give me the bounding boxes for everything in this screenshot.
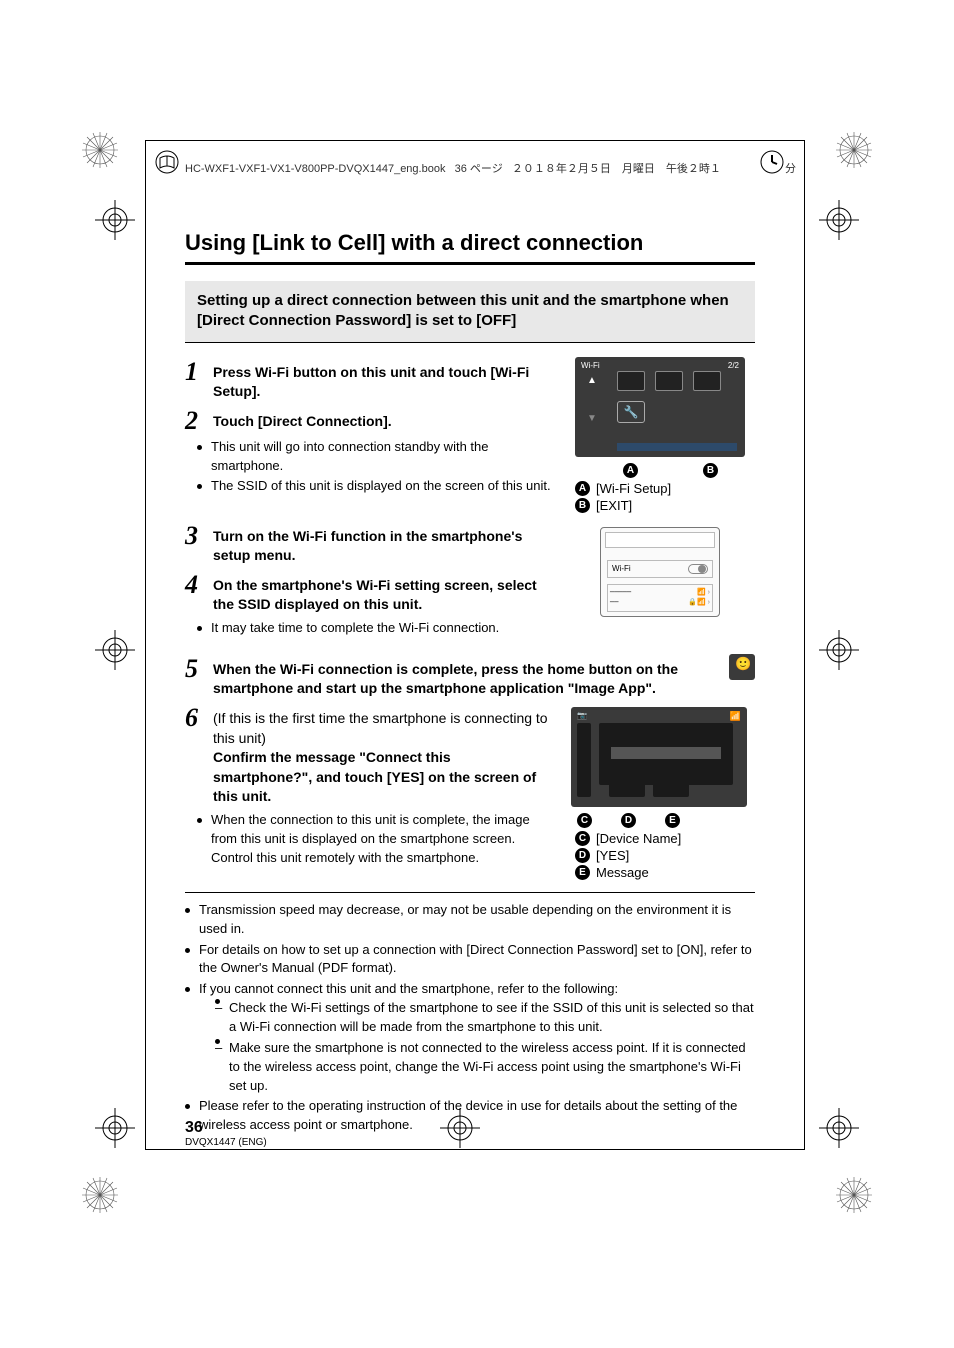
callout-a-icon: A: [623, 463, 638, 478]
label-e-text: Message: [596, 865, 649, 880]
step-6-main: Confirm the message "Connect this smartp…: [213, 749, 536, 804]
device-screen-wifi-setup: Wi-Fi 2/2 ▲ ▼ 🔧: [575, 357, 745, 457]
callout-b-icon: B: [703, 463, 718, 478]
label-d-text: [YES]: [596, 848, 629, 863]
screen-tile-icon: [655, 371, 683, 391]
step-5-text: When the Wi-Fi connection is complete, p…: [213, 654, 713, 699]
header-filename: HC-WXF1-VXF1-VX1-V800PP-DVQX1447_eng.boo…: [185, 160, 721, 176]
screen2-sidebar: [577, 723, 591, 797]
callout-c-icon: C: [575, 831, 590, 846]
screen2-message-bar: [611, 747, 721, 759]
screen-tile-icon: [693, 371, 721, 391]
step-2-bullet: The SSID of this unit is displayed on th…: [197, 477, 553, 496]
registration-mark-icon: [95, 1108, 135, 1148]
smartphone-wifi-screen: Wi-Fi ━━━━━📶 › ━━🔒📶 ›: [600, 527, 720, 617]
callout-c-icon: C: [577, 813, 592, 828]
step-6-bullet: When the connection to this unit is comp…: [197, 811, 553, 868]
note-item: If you cannot connect this unit and the …: [185, 980, 755, 1095]
step-number-6: 6: [185, 703, 213, 731]
step-3-text: Turn on the Wi-Fi function in the smartp…: [213, 521, 553, 566]
step-number-5: 5: [185, 654, 213, 699]
callout-e-icon: E: [665, 813, 680, 828]
note-sub-item: Make sure the smartphone is not connecte…: [215, 1039, 755, 1096]
arrow-up-icon: ▲: [587, 375, 597, 386]
callout-b-icon: B: [575, 498, 590, 513]
header-file-text: HC-WXF1-VXF1-VX1-V800PP-DVQX1447_eng.boo…: [185, 163, 445, 175]
callout-d-icon: D: [621, 813, 636, 828]
label-b-text: [EXIT]: [596, 498, 632, 513]
step-number-4: 4: [185, 570, 213, 598]
header-page-text: 36 ページ: [455, 163, 503, 175]
page-content: Using [Link to Cell] with a direct conne…: [185, 230, 755, 1145]
callout-d-icon: D: [575, 848, 590, 863]
note-3-text: If you cannot connect this unit and the …: [199, 981, 618, 996]
arrow-down-icon: ▼: [587, 413, 597, 424]
step-4-text: On the smartphone's Wi-Fi setting screen…: [213, 570, 553, 615]
label-a-text: [Wi-Fi Setup]: [596, 481, 671, 496]
step-2-text: Touch [Direct Connection].: [213, 406, 392, 432]
screen2-top-icon: 📷: [577, 711, 587, 720]
screen2-yes-button: [609, 781, 645, 797]
toggle-icon: [688, 564, 708, 574]
page-number: 36: [185, 1119, 267, 1137]
title-rule: [185, 262, 755, 265]
step-number-3: 3: [185, 521, 213, 549]
registration-mark-icon: [95, 630, 135, 670]
step-1-text: Press Wi-Fi button on this unit and touc…: [213, 357, 553, 402]
step-4-bullet: It may take time to complete the Wi-Fi c…: [197, 619, 553, 638]
screen-page-indicator: 2/2: [728, 361, 739, 370]
clock-icon: [760, 150, 784, 174]
note-item: Transmission speed may decrease, or may …: [185, 901, 755, 939]
header-suffix: 分: [785, 160, 796, 176]
wifi-icon: 📶: [730, 711, 741, 722]
phone-wifi-label: Wi-Fi: [612, 564, 631, 573]
radial-mark-icon: [834, 1175, 874, 1218]
screen-bottom-bar: [617, 443, 721, 451]
note-item: Please refer to the operating instructio…: [185, 1097, 755, 1135]
step-2-bullet: This unit will go into connection standb…: [197, 438, 553, 476]
step-number-1: 1: [185, 357, 213, 385]
note-sub-item: Check the Wi-Fi settings of the smartpho…: [215, 999, 755, 1037]
label-c-text: [Device Name]: [596, 831, 681, 846]
page-title: Using [Link to Cell] with a direct conne…: [185, 230, 755, 256]
screen-tile-icon: [617, 371, 645, 391]
document-code: DVQX1447 (ENG): [185, 1137, 267, 1148]
note-item: For details on how to set up a connectio…: [185, 941, 755, 979]
registration-mark-icon: [819, 630, 859, 670]
screen-wifi-label: Wi-Fi: [581, 361, 600, 370]
image-app-icon: [729, 654, 755, 680]
phone-wifi-toggle-row: Wi-Fi: [607, 560, 713, 578]
book-icon: [155, 150, 179, 174]
divider: [185, 892, 755, 893]
registration-mark-icon: [819, 1108, 859, 1148]
phone-status-bar: [605, 532, 715, 548]
radial-mark-icon: [80, 1175, 120, 1218]
radial-mark-icon: [80, 130, 120, 173]
phone-network-list: ━━━━━📶 › ━━🔒📶 ›: [607, 584, 713, 612]
page-footer: 36 DVQX1447 (ENG): [185, 1119, 267, 1148]
step-6-intro: (If this is the first time the smartphon…: [213, 710, 548, 746]
header-date-text: ２０１８年２月５日 月曜日 午後２時１: [512, 163, 721, 175]
device-screen-confirm: 📷 📶: [571, 707, 747, 807]
step-number-2: 2: [185, 406, 213, 434]
registration-mark-icon: [819, 200, 859, 240]
callout-e-icon: E: [575, 865, 590, 880]
screen2-no-button: [653, 781, 689, 797]
section-subheading: Setting up a direct connection between t…: [185, 281, 755, 343]
screen-exit-bar: [719, 443, 737, 451]
registration-mark-icon: [95, 200, 135, 240]
radial-mark-icon: [834, 130, 874, 173]
callout-a-icon: A: [575, 481, 590, 496]
wrench-icon: 🔧: [617, 401, 645, 423]
